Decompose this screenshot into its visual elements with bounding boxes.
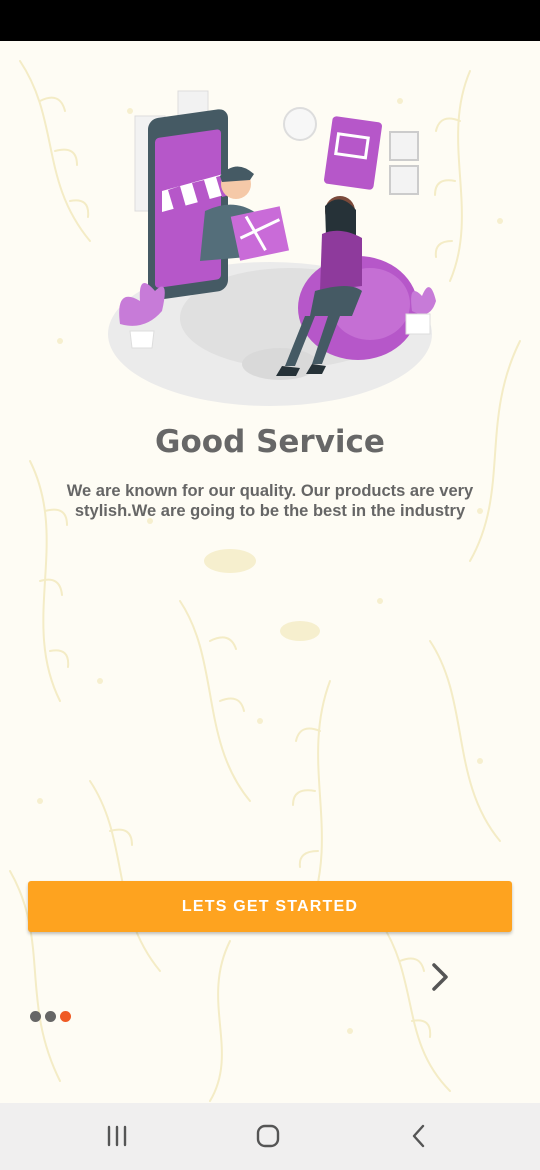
- chevron-right-icon[interactable]: [424, 959, 456, 995]
- recent-apps-icon[interactable]: [99, 1121, 135, 1151]
- page-description: We are known for our quality. Our produc…: [66, 482, 474, 520]
- home-icon[interactable]: [250, 1121, 286, 1151]
- delivery-illustration: [108, 90, 436, 406]
- page-indicator-dot-active: [60, 1011, 71, 1022]
- system-navigation-bar: [0, 1103, 540, 1170]
- lets-get-started-button[interactable]: LETS GET STARTED: [28, 881, 512, 932]
- page-indicator-dot: [30, 1011, 41, 1022]
- page-title: Good Service: [155, 424, 385, 460]
- page-indicator-dot: [45, 1011, 56, 1022]
- status-bar: [0, 0, 540, 41]
- onboarding-screen: Good Service We are known for our qualit…: [0, 41, 540, 1103]
- back-icon[interactable]: [401, 1121, 437, 1151]
- page-indicator: [30, 1011, 71, 1023]
